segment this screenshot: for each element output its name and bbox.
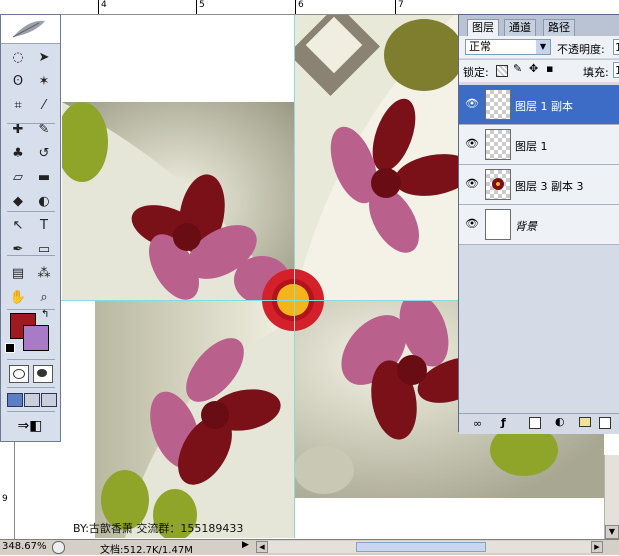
status-bar: 348.67% 文档:512.7K/1.47M ▶ ◀ ▶	[0, 539, 619, 556]
artwork-quad-top-left	[62, 102, 294, 300]
path-select-tool-icon[interactable]: ↖	[7, 217, 29, 235]
background-color-swatch[interactable]	[23, 325, 49, 351]
guide-vertical[interactable]	[294, 15, 295, 538]
fill-value: 1	[615, 64, 619, 77]
tab-channels[interactable]: 通道	[504, 19, 536, 36]
layer-thumbnail	[485, 169, 511, 200]
layer-name: 背景	[515, 220, 537, 233]
scroll-down-button[interactable]: ▼	[605, 525, 619, 539]
pen-tool-icon[interactable]: ✒	[7, 241, 29, 259]
eye-visibility-icon[interactable]: 👁	[465, 97, 479, 111]
scroll-left-button[interactable]: ◀	[256, 541, 268, 553]
history-brush-icon[interactable]: ↺	[33, 145, 55, 163]
ruler-label: 7	[398, 0, 404, 10]
flower-thumbnail-icon	[492, 178, 504, 190]
feather-logo-icon	[12, 20, 45, 38]
new-layer-icon[interactable]	[599, 417, 611, 429]
screen-mode-standard-button[interactable]	[7, 393, 23, 407]
watermark-text: BY:古歆香萧 交流群：155189433	[73, 522, 244, 535]
blur-tool-icon[interactable]: ◆	[7, 193, 29, 211]
lock-position-icon[interactable]: ✥	[529, 62, 538, 75]
adjustment-layer-icon[interactable]: ◐	[555, 415, 565, 428]
layer-row[interactable]: 👁 背景	[459, 205, 619, 245]
zoom-level[interactable]: 348.67%	[2, 541, 47, 552]
layer-name: 图层 1	[515, 140, 548, 153]
toolbox-header[interactable]	[1, 15, 60, 44]
blend-mode-value: 正常	[469, 40, 491, 53]
slice-tool-icon[interactable]: ⁄	[33, 97, 55, 115]
notes-tool-icon[interactable]: ▤	[7, 265, 29, 283]
lock-all-icon[interactable]: ▪	[546, 62, 553, 75]
tab-paths[interactable]: 路径	[543, 19, 575, 36]
layer-style-icon[interactable]: ƒ	[501, 416, 506, 429]
standard-mode-button[interactable]	[9, 365, 29, 383]
screen-mode-full-menu-button[interactable]	[24, 393, 40, 407]
jump-to-imageready-button[interactable]: ⇒◧	[9, 417, 51, 435]
quickmask-mode-button[interactable]	[33, 365, 53, 383]
move-tool-icon[interactable]: ➤	[33, 49, 55, 67]
opacity-input[interactable]: 1	[613, 39, 619, 55]
marquee-tool-icon[interactable]: ◌	[7, 49, 29, 67]
horizontal-scrollbar[interactable]: ◀ ▶	[256, 541, 603, 553]
status-menu-arrow-icon[interactable]: ▶	[242, 540, 249, 550]
opacity-value: 1	[615, 41, 619, 54]
lock-label: 锁定:	[463, 66, 489, 79]
lock-pixels-icon[interactable]: ✎	[513, 62, 522, 75]
eye-visibility-icon[interactable]: 👁	[465, 137, 479, 151]
status-info-icon[interactable]	[52, 541, 65, 554]
dodge-tool-icon[interactable]: ◐	[33, 193, 55, 211]
swap-colors-icon[interactable]: ↰	[41, 309, 49, 320]
eye-visibility-icon[interactable]: 👁	[465, 177, 479, 191]
layer-row[interactable]: 👁 图层 3 副本 3	[459, 165, 619, 205]
artwork-quad-bottom-left	[95, 300, 294, 538]
blend-mode-select[interactable]: 正常 ▼	[465, 39, 551, 55]
opacity-label: 不透明度:	[557, 43, 605, 56]
eyedropper-tool-icon[interactable]: ⁂	[33, 265, 55, 283]
toolbox: ◌ ➤ ʘ ✶ ⌗ ⁄ ✚ ✎ ♣ ↺ ▱ ▬ ◆ ◐ ↖ T ✒ ▭ ▤ ⁂ ✋ ⌕ ↰ ⇒◧	[0, 14, 61, 442]
screen-mode-full-button[interactable]	[41, 393, 57, 407]
vertical-scrollbar[interactable]: ▼	[604, 455, 619, 539]
layer-row[interactable]: 👁 图层 1 副本	[459, 85, 619, 125]
document-size: 文档:512.7K/1.47M	[100, 545, 193, 556]
fill-label: 填充:	[583, 66, 609, 79]
layer-thumbnail	[485, 209, 511, 240]
chevron-down-icon: ▼	[536, 40, 550, 54]
lasso-tool-icon[interactable]: ʘ	[7, 73, 29, 91]
ruler-label: 5	[199, 0, 205, 10]
link-layers-icon[interactable]: ∞	[473, 417, 482, 430]
layer-thumbnail	[485, 129, 511, 160]
gradient-tool-icon[interactable]: ▬	[33, 169, 55, 187]
new-group-icon[interactable]	[579, 417, 591, 427]
magic-wand-tool-icon[interactable]: ✶	[33, 73, 55, 91]
ruler-label: 4	[101, 0, 107, 10]
layer-row[interactable]: 👁 图层 1	[459, 125, 619, 165]
eraser-tool-icon[interactable]: ▱	[7, 169, 29, 187]
ruler-top[interactable]: 4 5 6 7	[0, 0, 619, 15]
hand-tool-icon[interactable]: ✋	[7, 289, 29, 307]
lock-transparency-icon[interactable]	[496, 65, 508, 77]
layer-name: 图层 1 副本	[515, 100, 573, 113]
default-colors-icon[interactable]	[5, 343, 15, 353]
layer-name: 图层 3 副本 3	[515, 180, 584, 193]
zoom-tool-icon[interactable]: ⌕	[33, 289, 55, 307]
scroll-right-button[interactable]: ▶	[591, 541, 603, 553]
stamp-tool-icon[interactable]: ♣	[7, 145, 29, 163]
ruler-label: 9	[2, 494, 8, 504]
crop-tool-icon[interactable]: ⌗	[7, 97, 29, 115]
layer-thumbnail	[485, 89, 511, 120]
shape-tool-icon[interactable]: ▭	[33, 241, 55, 259]
tab-layers[interactable]: 图层	[467, 19, 499, 36]
layer-mask-icon[interactable]	[529, 417, 541, 429]
type-tool-icon[interactable]: T	[33, 217, 55, 235]
layers-panel: 图层 通道 路径 正常 ▼ 不透明度: 1 锁定: ✎ ✥ ▪ 填充: 1 👁 …	[458, 14, 619, 434]
eye-visibility-icon[interactable]: 👁	[465, 217, 479, 231]
fill-input[interactable]: 1	[613, 62, 619, 78]
ruler-label: 6	[298, 0, 304, 10]
scroll-thumb[interactable]	[356, 542, 486, 552]
